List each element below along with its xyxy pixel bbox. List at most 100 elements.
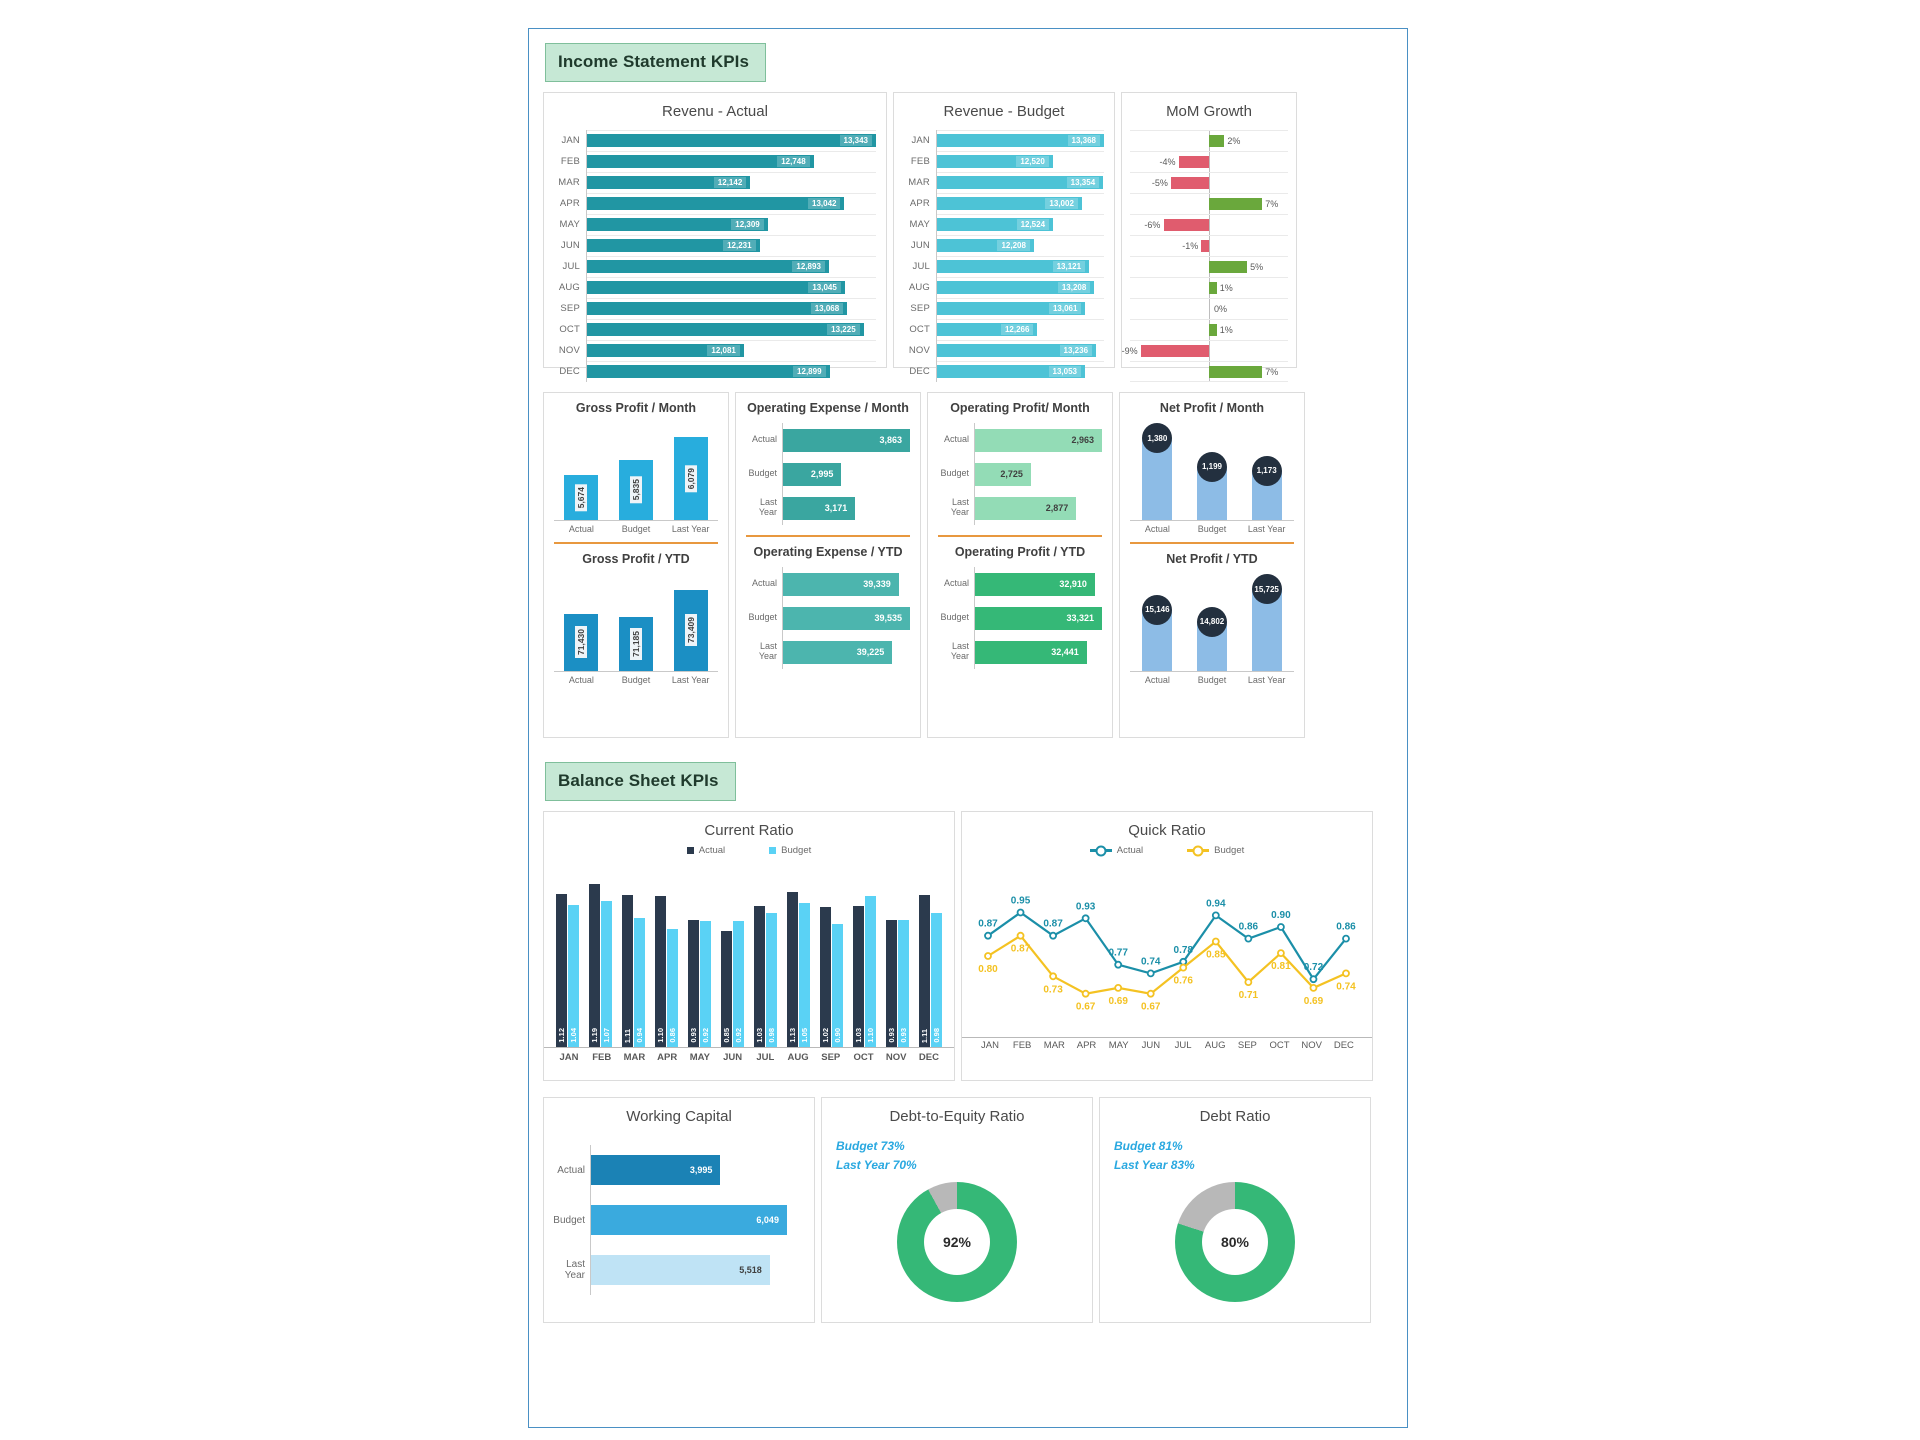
axis-tick-label: NOV (1301, 1040, 1323, 1051)
bar: 0.85 (721, 930, 732, 1047)
bar: 1.07 (601, 900, 612, 1047)
gross-profit-ytd-title: Gross Profit / YTD (582, 552, 690, 566)
bar-value-label: 13,208 (1057, 282, 1091, 293)
bar: 13,368 (937, 134, 1104, 147)
bar-group: 0.85 0.92 (721, 921, 744, 1047)
bar-row: JUL 12,893 (550, 256, 876, 277)
data-point-label: 0.86 (1336, 922, 1356, 933)
data-point (1016, 931, 1025, 940)
bar: 1.02 (820, 907, 831, 1047)
quick-ratio-title: Quick Ratio (1128, 822, 1206, 839)
column-plot: 1,380 1,199 1,173 (1130, 423, 1294, 521)
bar-value-label: 13,042 (808, 198, 841, 209)
bar-value-label: 13,225 (827, 324, 860, 335)
data-point-label: 0.87 (1043, 919, 1063, 930)
bar: 13,343 (587, 134, 876, 147)
column-item: 1,173 (1242, 425, 1291, 520)
column-value-label: 5,835 (629, 476, 642, 504)
bar-value-label: 2,963 (1071, 435, 1094, 445)
legend-line-icon (1089, 849, 1112, 852)
bar: 1.10 (655, 896, 666, 1047)
column-value-bubble: 15,146 (1142, 594, 1173, 625)
bar-group: 1.13 1.05 (787, 892, 810, 1047)
bar: 13,354 (937, 176, 1104, 189)
current-ratio-legend: Actual Budget (544, 843, 954, 860)
column: 73,409 (673, 589, 708, 671)
bar: 2,995 (783, 462, 842, 486)
legend-swatch-icon (769, 847, 777, 854)
data-point (1277, 949, 1285, 957)
data-point-label: 0.74 (1336, 981, 1356, 992)
mom-row: 1% (1130, 277, 1288, 298)
data-point (1114, 960, 1123, 969)
axis-tick-label: Last Year (671, 675, 710, 685)
bar-value-label: 13,121 (1052, 261, 1086, 272)
bar-value-label: 2,877 (1045, 503, 1069, 513)
mom-value-label: 5% (1250, 262, 1264, 272)
bar: 13,002 (937, 197, 1082, 210)
bar: 1.12 (556, 893, 567, 1047)
bar-track: 13,068 (586, 298, 876, 319)
axis-tick-label: Last Year (1247, 675, 1286, 685)
bar-value-label: 39,535 (874, 613, 902, 623)
column-axis: Actual Budget Last Year (1130, 672, 1294, 685)
bar: 39,225 (783, 640, 893, 664)
column: 1,173 (1251, 455, 1282, 520)
column-item: 1,199 (1187, 425, 1236, 520)
bar-row: OCT 12,266 (900, 319, 1104, 340)
mom-value-label: 1% (1219, 325, 1233, 335)
bar-track: 2,877 (974, 491, 1102, 525)
bar-value-label: 0.93 (899, 1028, 908, 1043)
bar-category-label: MAY (909, 219, 930, 230)
mom-bar (1209, 365, 1263, 378)
mom-row: -4% (1130, 151, 1288, 172)
bar-track: 13,061 (936, 298, 1104, 319)
bar-value-label: 13,045 (808, 282, 841, 293)
mom-bar (1209, 198, 1263, 210)
bar-category-label: FEB (560, 156, 580, 167)
bar-track: 13,053 (936, 361, 1104, 382)
axis-tick-label: Budget (1197, 524, 1227, 534)
card-net-profit: Net Profit / Month 1,380 1,199 1,173 Actual… (1119, 392, 1305, 738)
debt-ratio-notes: Budget 81% Last Year 83% (1100, 1129, 1370, 1174)
bar-value-label: 39,225 (856, 647, 885, 657)
bar: 3,863 (783, 428, 910, 452)
data-point-label: 0.69 (1304, 996, 1324, 1007)
bar: 1.19 (589, 884, 600, 1047)
axis-tick-label: JUN (1141, 1040, 1161, 1051)
bar: 0.98 (931, 912, 942, 1047)
bar-category-label: Last Year (758, 641, 777, 661)
legend-item-budget: Budget (769, 845, 811, 856)
axis-tick-label: Budget (621, 675, 651, 685)
bar-category-label: Last Year (758, 497, 777, 517)
bar-category-label: MAR (558, 177, 580, 188)
mom-row: -6% (1130, 214, 1288, 235)
axis-tick-label: JAN (981, 1040, 999, 1051)
bar-track: 39,225 (782, 635, 910, 669)
column: 5,674 (564, 475, 599, 520)
dr-budget-note: Budget 81% (1114, 1139, 1183, 1153)
profit-expense-row: Gross Profit / Month 5,674 5,835 6,079 Actu… (529, 392, 1407, 738)
bar-value-label: 1.13 (788, 1028, 797, 1043)
bar: 13,236 (937, 344, 1097, 357)
debt-to-equity-title: Debt-to-Equity Ratio (889, 1108, 1025, 1125)
income-section-title: Income Statement KPIs (545, 43, 767, 82)
data-point-label: 0.94 (1206, 898, 1226, 909)
bar-group: 1.19 1.07 (589, 884, 612, 1047)
axis-tick-label: Actual (1144, 524, 1170, 534)
bar-value-label: 3,863 (879, 435, 902, 445)
bar-value-label: 12,520 (1016, 156, 1049, 167)
mom-row: -5% (1130, 172, 1288, 193)
bar-track: 13,208 (936, 277, 1104, 298)
bar-value-label: 13,343 (839, 135, 872, 146)
mom-bar (1140, 345, 1209, 357)
netprofit-month-chart: 1,380 1,199 1,173 Actual Budget Last Year (1120, 417, 1304, 538)
data-point-label: 0.85 (1206, 950, 1226, 961)
column: 14,802 (1196, 606, 1227, 671)
bar: 1.11 (919, 895, 930, 1047)
bar-category-label: AUG (558, 282, 580, 293)
bar: 1.05 (799, 903, 810, 1047)
bar-value-label: 3,995 (689, 1165, 713, 1175)
bar-row: MAR 12,142 (550, 172, 876, 193)
axis-tick-label: Last Year (671, 524, 710, 534)
